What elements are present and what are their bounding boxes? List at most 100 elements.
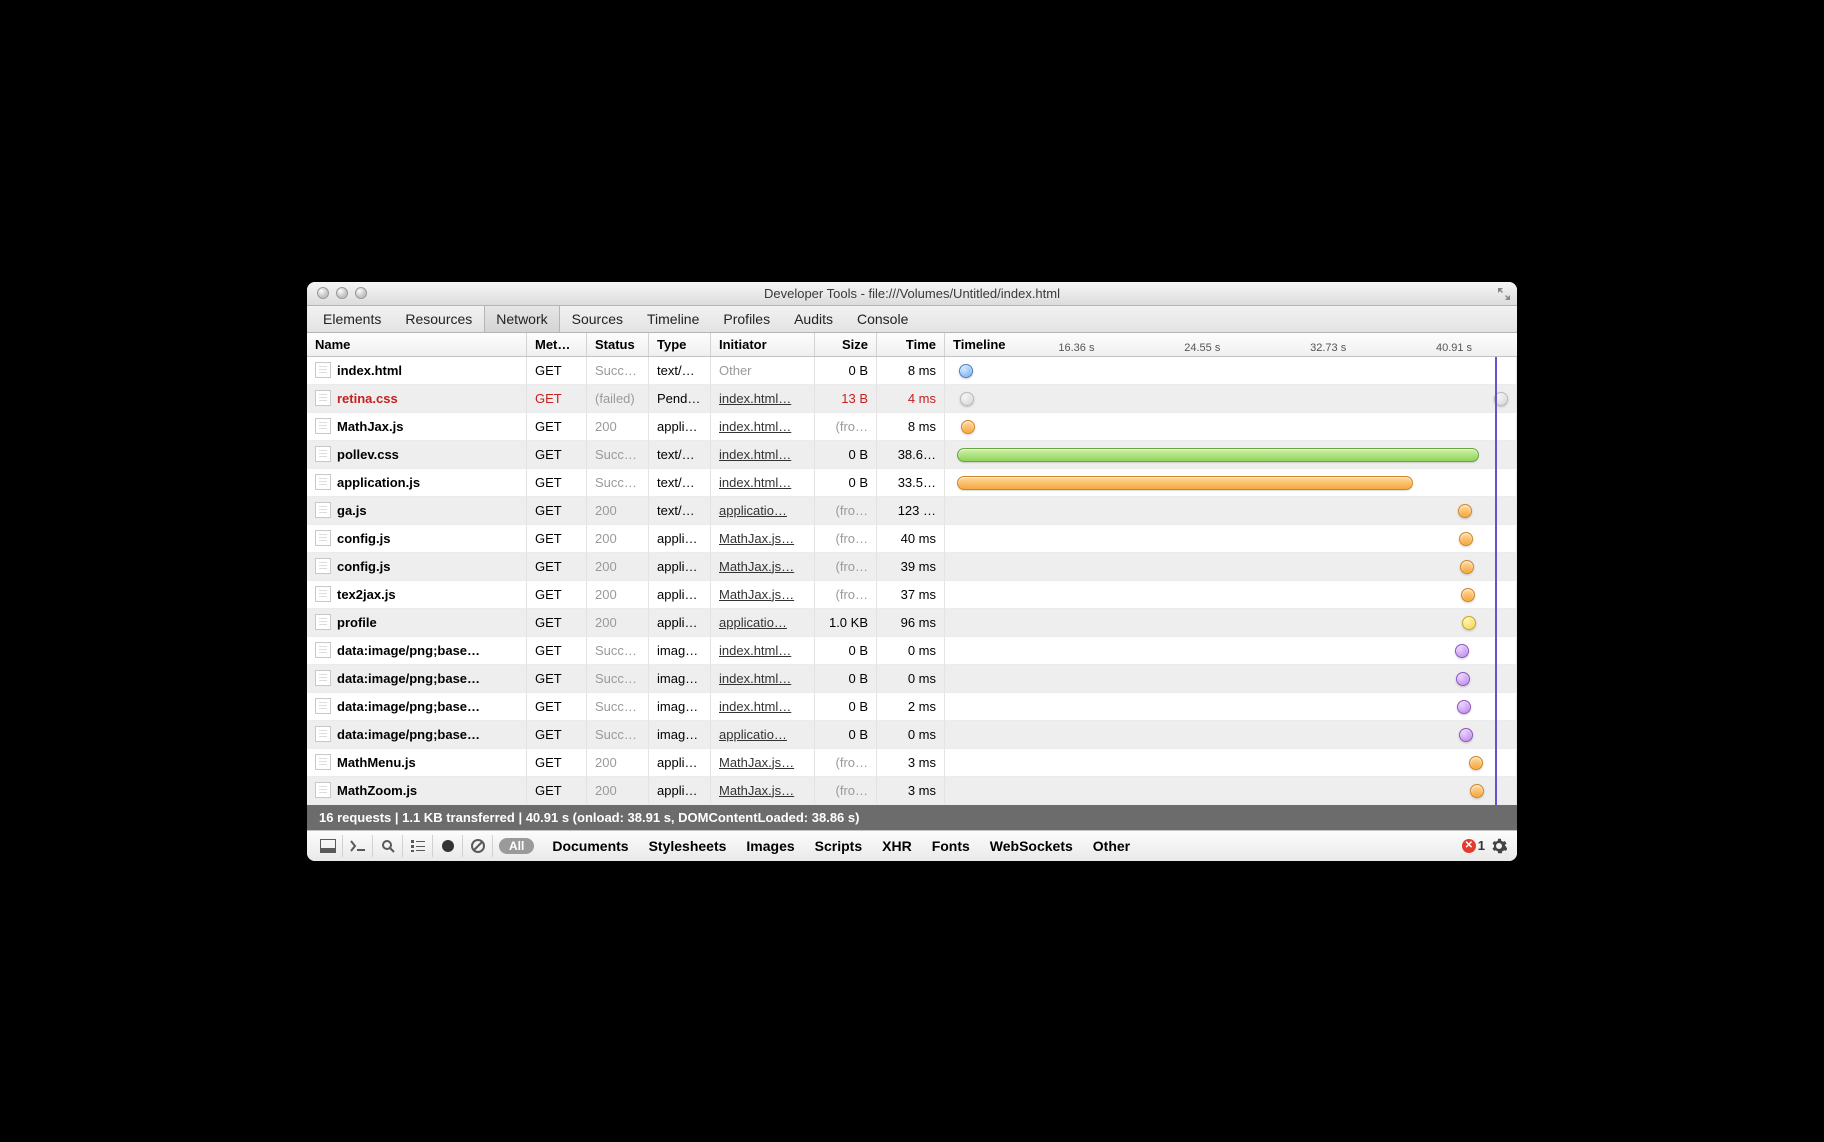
network-row[interactable]: MathMenu.jsGET200appli…MathJax.js…(fro…3… — [307, 749, 1517, 777]
dock-icon[interactable] — [313, 835, 343, 857]
fullscreen-icon[interactable] — [1497, 287, 1511, 301]
cell-size: (fro… — [815, 525, 877, 552]
cell-name: application.js — [307, 469, 527, 496]
cell-type: imag… — [649, 721, 711, 748]
panel-tab-audits[interactable]: Audits — [782, 306, 845, 332]
network-row[interactable]: index.htmlGETSucc…text/…Other0 B8 ms — [307, 357, 1517, 385]
zoom-window-light[interactable] — [355, 287, 367, 299]
file-name: data:image/png;base… — [337, 699, 480, 714]
cell-timeline — [945, 777, 1517, 804]
filter-xhr[interactable]: XHR — [882, 838, 912, 854]
network-row[interactable]: application.jsGETSucc…text/…index.html…0… — [307, 469, 1517, 497]
gear-icon[interactable] — [1491, 838, 1507, 854]
network-row[interactable]: tex2jax.jsGET200appli…MathJax.js…(fro…37… — [307, 581, 1517, 609]
cell-method: GET — [527, 413, 587, 440]
cell-initiator[interactable]: MathJax.js… — [711, 777, 815, 804]
filter-scripts[interactable]: Scripts — [815, 838, 862, 854]
filter-websockets[interactable]: WebSockets — [990, 838, 1073, 854]
panel-tab-resources[interactable]: Resources — [393, 306, 484, 332]
col-time-header[interactable]: Time — [877, 333, 945, 356]
cell-initiator[interactable]: MathJax.js… — [711, 553, 815, 580]
cell-method: GET — [527, 609, 587, 636]
error-badge[interactable]: ✕ 1 — [1462, 838, 1485, 853]
cell-initiator[interactable]: applicatio… — [711, 721, 815, 748]
panel-tab-console[interactable]: Console — [845, 306, 920, 332]
cell-time: 0 ms — [877, 665, 945, 692]
panel-tab-sources[interactable]: Sources — [560, 306, 635, 332]
network-row[interactable]: data:image/png;base…GETSucc…imag…index.h… — [307, 693, 1517, 721]
close-window-light[interactable] — [317, 287, 329, 299]
cell-initiator[interactable]: index.html… — [711, 665, 815, 692]
panel-tab-elements[interactable]: Elements — [311, 306, 393, 332]
filter-images[interactable]: Images — [746, 838, 794, 854]
col-initiator-header[interactable]: Initiator — [711, 333, 815, 356]
cell-timeline — [945, 469, 1517, 496]
cell-time: 37 ms — [877, 581, 945, 608]
list-view-icon[interactable] — [403, 835, 433, 857]
cell-size: (fro… — [815, 581, 877, 608]
col-timeline-header[interactable]: Timeline 16.36 s24.55 s32.73 s40.91 s — [945, 333, 1517, 356]
file-icon — [315, 614, 331, 630]
cell-type: Pend… — [649, 385, 711, 412]
file-icon — [315, 418, 331, 434]
console-toggle-icon[interactable] — [343, 835, 373, 857]
network-row[interactable]: config.jsGET200appli…MathJax.js…(fro…40 … — [307, 525, 1517, 553]
cell-name: config.js — [307, 553, 527, 580]
timeline-ticks: 16.36 s24.55 s32.73 s40.91 s — [1014, 333, 1517, 356]
cell-method: GET — [527, 357, 587, 384]
panel-tab-profiles[interactable]: Profiles — [711, 306, 782, 332]
cell-initiator[interactable]: MathJax.js… — [711, 581, 815, 608]
network-row[interactable]: MathZoom.jsGET200appli…MathJax.js…(fro…3… — [307, 777, 1517, 805]
cell-initiator[interactable]: MathJax.js… — [711, 525, 815, 552]
cell-initiator[interactable]: MathJax.js… — [711, 749, 815, 776]
col-type-header[interactable]: Type — [649, 333, 711, 356]
cell-type: appli… — [649, 749, 711, 776]
filter-all[interactable]: All — [499, 838, 534, 854]
network-row[interactable]: ga.jsGET200text/…applicatio…(fro…123 … — [307, 497, 1517, 525]
network-row[interactable]: data:image/png;base…GETSucc…imag…index.h… — [307, 637, 1517, 665]
cell-initiator[interactable]: index.html… — [711, 441, 815, 468]
panel-tabs: ElementsResourcesNetworkSourcesTimelineP… — [307, 306, 1517, 333]
titlebar[interactable]: Developer Tools - file:///Volumes/Untitl… — [307, 282, 1517, 306]
cell-size: 0 B — [815, 665, 877, 692]
search-icon[interactable] — [373, 835, 403, 857]
col-size-header[interactable]: Size — [815, 333, 877, 356]
network-row[interactable]: config.jsGET200appli…MathJax.js…(fro…39 … — [307, 553, 1517, 581]
cell-size: 0 B — [815, 441, 877, 468]
col-name-header[interactable]: Name — [307, 333, 527, 356]
network-row[interactable]: data:image/png;base…GETSucc…imag…index.h… — [307, 665, 1517, 693]
timeline-dot — [1459, 728, 1473, 742]
cell-initiator[interactable]: index.html… — [711, 469, 815, 496]
columns-header[interactable]: Name Met… Status Type Initiator Size Tim… — [307, 333, 1517, 357]
cell-initiator[interactable]: index.html… — [711, 413, 815, 440]
col-status-header[interactable]: Status — [587, 333, 649, 356]
cell-initiator[interactable]: applicatio… — [711, 609, 815, 636]
file-icon — [315, 782, 331, 798]
timeline-dot — [1459, 532, 1473, 546]
record-icon[interactable] — [433, 835, 463, 857]
col-method-header[interactable]: Met… — [527, 333, 587, 356]
minimize-window-light[interactable] — [336, 287, 348, 299]
timeline-dot — [1462, 616, 1476, 630]
filter-stylesheets[interactable]: Stylesheets — [649, 838, 727, 854]
file-name: data:image/png;base… — [337, 643, 480, 658]
cell-method: GET — [527, 581, 587, 608]
network-row[interactable]: profileGET200appli…applicatio…1.0 KB96 m… — [307, 609, 1517, 637]
cell-initiator[interactable]: applicatio… — [711, 497, 815, 524]
file-icon — [315, 502, 331, 518]
cell-time: 8 ms — [877, 357, 945, 384]
filter-documents[interactable]: Documents — [552, 838, 628, 854]
panel-tab-timeline[interactable]: Timeline — [635, 306, 711, 332]
clear-icon[interactable] — [463, 835, 493, 857]
cell-initiator[interactable]: index.html… — [711, 637, 815, 664]
filter-fonts[interactable]: Fonts — [932, 838, 970, 854]
cell-initiator[interactable]: index.html… — [711, 693, 815, 720]
file-name: profile — [337, 615, 377, 630]
panel-tab-network[interactable]: Network — [484, 306, 559, 332]
network-row[interactable]: MathJax.jsGET200appli…index.html…(fro…8 … — [307, 413, 1517, 441]
filter-other[interactable]: Other — [1093, 838, 1130, 854]
network-row[interactable]: retina.cssGET(failed)Pend…index.html…13 … — [307, 385, 1517, 413]
cell-initiator[interactable]: index.html… — [711, 385, 815, 412]
network-row[interactable]: pollev.cssGETSucc…text/…index.html…0 B38… — [307, 441, 1517, 469]
network-row[interactable]: data:image/png;base…GETSucc…imag…applica… — [307, 721, 1517, 749]
